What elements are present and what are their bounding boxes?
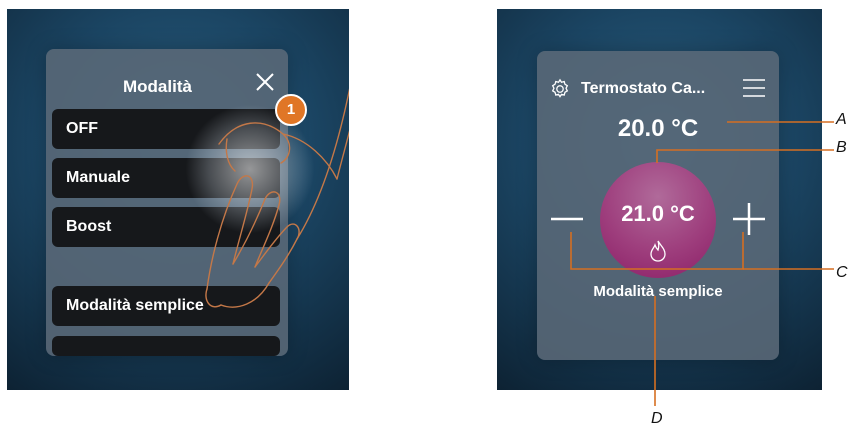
current-temperature: 20.0 °C <box>617 115 699 142</box>
mode-option-partial[interactable] <box>52 336 280 356</box>
thermostat-title: Termostato Ca... <box>581 80 706 97</box>
gear-icon[interactable] <box>549 78 571 100</box>
setpoint-dial: 21.0 °C <box>600 162 716 278</box>
callout-letter-c: C <box>836 264 848 281</box>
mode-panel-title: Modalità <box>123 77 192 96</box>
pointing-hand-icon <box>205 88 349 308</box>
thermostat-panel: Termostato Ca... 20.0 °C 21.0 °C Modalit… <box>537 51 779 360</box>
flame-icon <box>650 240 666 262</box>
decrease-temperature-button[interactable] <box>549 203 585 235</box>
step-number-badge: 1 <box>275 94 307 126</box>
thermostat-mode-label: Modalità semplice <box>593 283 723 300</box>
thermostat-screen: Termostato Ca... 20.0 °C 21.0 °C Modalit… <box>497 9 822 390</box>
callout-letter-d: D <box>651 410 663 427</box>
mode-selection-screen: Modalità OFF Manuale Boost Modalità semp… <box>7 9 349 390</box>
hamburger-menu-icon[interactable] <box>742 78 766 98</box>
callout-letter-a: A <box>836 111 847 128</box>
increase-temperature-button[interactable] <box>731 201 767 237</box>
callout-letter-b: B <box>836 139 847 156</box>
setpoint-temperature: 21.0 °C <box>621 201 695 226</box>
